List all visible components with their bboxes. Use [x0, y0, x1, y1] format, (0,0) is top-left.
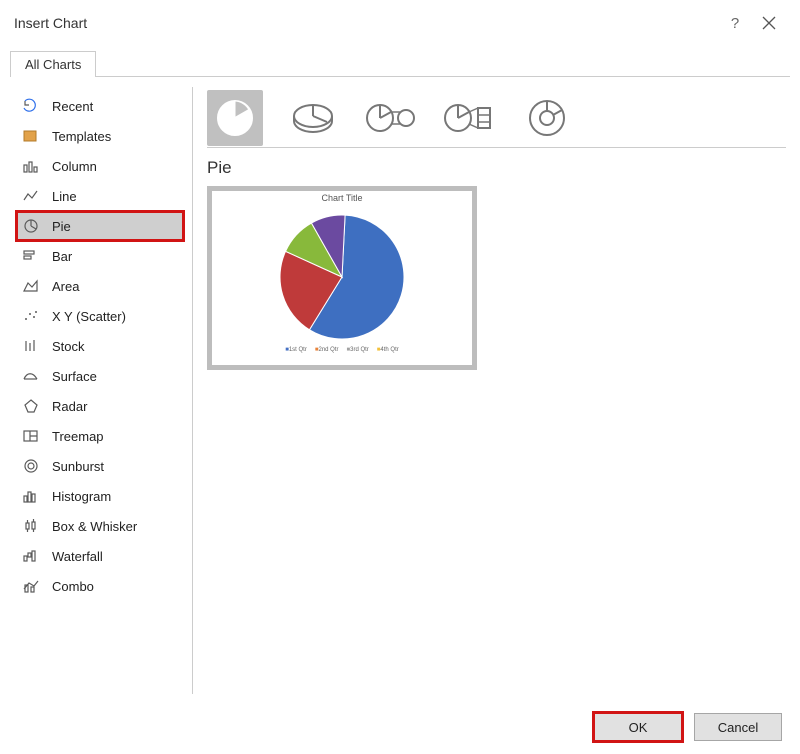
- sidebar-item-sunburst[interactable]: Sunburst: [16, 451, 184, 481]
- sidebar-item-scatter[interactable]: X Y (Scatter): [16, 301, 184, 331]
- combo-icon: [20, 578, 42, 594]
- sidebar-item-label: Treemap: [52, 429, 104, 444]
- sidebar-item-column[interactable]: Column: [16, 151, 184, 181]
- sidebar-item-bar[interactable]: Bar: [16, 241, 184, 271]
- chart-preview-title: Chart Title: [321, 193, 362, 203]
- sidebar-item-label: Stock: [52, 339, 85, 354]
- pie-icon: [213, 96, 257, 140]
- pie-icon: [20, 218, 42, 234]
- area-icon: [20, 278, 42, 294]
- stock-icon: [20, 338, 42, 354]
- subtype-pie[interactable]: [207, 90, 263, 146]
- radar-icon: [20, 398, 42, 414]
- divider: [192, 87, 193, 694]
- ok-button[interactable]: OK: [594, 713, 682, 741]
- sidebar-item-label: Line: [52, 189, 77, 204]
- cancel-button[interactable]: Cancel: [694, 713, 782, 741]
- sidebar-item-stock[interactable]: Stock: [16, 331, 184, 361]
- subtype-pie-3d[interactable]: [285, 90, 341, 146]
- sidebar-item-combo[interactable]: Combo: [16, 571, 184, 601]
- doughnut-icon: [525, 96, 569, 140]
- sidebar-item-label: Waterfall: [52, 549, 103, 564]
- sidebar-item-label: Sunburst: [52, 459, 104, 474]
- sidebar-item-box[interactable]: Box & Whisker: [16, 511, 184, 541]
- sidebar-item-label: Bar: [52, 249, 72, 264]
- bar-icon: [20, 248, 42, 264]
- titlebar: Insert Chart ?: [0, 0, 800, 40]
- subtype-doughnut[interactable]: [519, 90, 575, 146]
- sidebar-item-label: Surface: [52, 369, 97, 384]
- chart-preview-pie: [272, 205, 412, 345]
- tabs: All Charts: [10, 50, 790, 77]
- scatter-icon: [20, 308, 42, 324]
- sidebar-item-label: Combo: [52, 579, 94, 594]
- pie-3d-icon: [290, 98, 336, 138]
- subtype-row: [207, 87, 786, 147]
- sidebar-item-label: Recent: [52, 99, 93, 114]
- column-icon: [20, 158, 42, 174]
- sidebar-item-pie[interactable]: Pie: [16, 211, 184, 241]
- sidebar-item-waterfall[interactable]: Waterfall: [16, 541, 184, 571]
- sidebar-item-label: Box & Whisker: [52, 519, 137, 534]
- selected-subtype-label: Pie: [207, 158, 786, 178]
- treemap-icon: [20, 428, 42, 444]
- sidebar-item-histogram[interactable]: Histogram: [16, 481, 184, 511]
- sidebar-item-label: X Y (Scatter): [52, 309, 126, 324]
- waterfall-icon: [20, 548, 42, 564]
- sidebar-item-label: Pie: [52, 219, 71, 234]
- sidebar-item-templates[interactable]: Templates: [16, 121, 184, 151]
- sidebar-item-surface[interactable]: Surface: [16, 361, 184, 391]
- insert-chart-dialog: Insert Chart ? All Charts Recent Template…: [0, 0, 800, 754]
- templates-icon: [20, 128, 42, 144]
- sunburst-icon: [20, 458, 42, 474]
- histogram-icon: [20, 488, 42, 504]
- close-button[interactable]: [752, 9, 786, 37]
- subtype-bar-of-pie[interactable]: [441, 90, 497, 146]
- sidebar-item-label: Histogram: [52, 489, 111, 504]
- chart-preview[interactable]: Chart Title 1st Qtr 2nd Qtr 3rd Qtr 4th …: [207, 186, 477, 370]
- main-pane: Pie Chart Title 1st Qtr 2nd Qtr 3rd Qtr …: [207, 87, 786, 694]
- sidebar-item-line[interactable]: Line: [16, 181, 184, 211]
- subtype-pie-of-pie[interactable]: [363, 90, 419, 146]
- tab-all-charts[interactable]: All Charts: [10, 51, 96, 77]
- line-icon: [20, 188, 42, 204]
- sidebar-item-label: Area: [52, 279, 79, 294]
- sidebar-item-label: Column: [52, 159, 97, 174]
- sidebar-item-treemap[interactable]: Treemap: [16, 421, 184, 451]
- chart-preview-legend: 1st Qtr 2nd Qtr 3rd Qtr 4th Qtr: [285, 347, 399, 353]
- bar-of-pie-icon: [442, 98, 496, 138]
- dialog-title: Insert Chart: [14, 15, 87, 31]
- sidebar: Recent Templates Column Line Pie Bar Area X Y (…: [16, 87, 184, 694]
- help-button[interactable]: ?: [718, 9, 752, 37]
- box-icon: [20, 518, 42, 534]
- sidebar-item-recent[interactable]: Recent: [16, 91, 184, 121]
- pie-of-pie-icon: [364, 98, 418, 138]
- dialog-footer: OK Cancel: [0, 700, 800, 754]
- sidebar-item-label: Templates: [52, 129, 111, 144]
- sidebar-item-label: Radar: [52, 399, 87, 414]
- sidebar-item-area[interactable]: Area: [16, 271, 184, 301]
- surface-icon: [20, 368, 42, 384]
- sidebar-item-radar[interactable]: Radar: [16, 391, 184, 421]
- recent-icon: [20, 98, 42, 114]
